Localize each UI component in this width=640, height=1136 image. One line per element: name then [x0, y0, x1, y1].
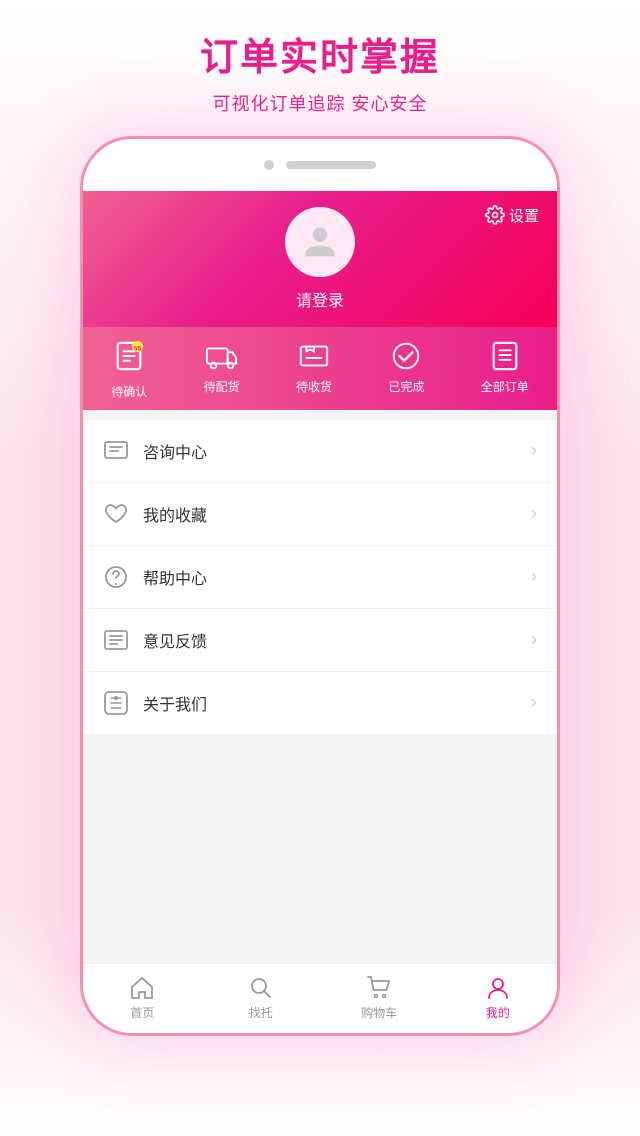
order-status-pending-ship[interactable]: 待配货 — [204, 339, 240, 400]
nav-item-home[interactable]: 首页 — [83, 975, 202, 1021]
completed-icon — [389, 339, 423, 373]
notch-bar — [286, 161, 376, 169]
settings-button[interactable]: 设置 — [485, 205, 539, 226]
favorites-chevron: › — [531, 503, 537, 524]
order-status-bar: 55 待确认 待配货 — [83, 327, 557, 410]
order-status-label-4: 全部订单 — [481, 378, 529, 395]
nav-mine-label: 我的 — [486, 1004, 510, 1021]
gear-icon — [485, 205, 505, 225]
favorites-icon — [103, 501, 129, 527]
feedback-icon — [103, 627, 129, 653]
about-chevron: › — [531, 692, 537, 713]
nav-item-find[interactable]: 找托 — [202, 975, 321, 1021]
menu-item-about[interactable]: 关于我们 › — [83, 672, 557, 735]
consult-icon — [103, 438, 129, 464]
phone-shell: 设置 请登录 — [80, 136, 560, 1036]
cart-icon — [366, 975, 392, 1001]
svg-text:55: 55 — [134, 345, 142, 352]
home-icon — [129, 975, 155, 1001]
order-status-all[interactable]: 全部订单 — [481, 339, 529, 400]
nav-item-cart[interactable]: 购物车 — [320, 975, 439, 1021]
all-orders-icon — [488, 339, 522, 373]
login-prompt[interactable]: 请登录 — [296, 287, 344, 311]
page-header: 订单实时掌握 可视化订单追踪 安心安全 — [0, 0, 640, 136]
bottom-nav: 首页 找托 购物车 — [83, 963, 557, 1033]
order-status-completed[interactable]: 已完成 — [388, 339, 424, 400]
nav-find-label: 找托 — [249, 1004, 273, 1021]
menu-item-feedback[interactable]: 意见反馈 › — [83, 609, 557, 672]
profile-header: 设置 请登录 — [83, 191, 557, 327]
avatar-wrap: 请登录 — [103, 207, 537, 327]
help-label: 帮助中心 — [143, 565, 531, 589]
menu-list: 咨询中心 › 我的收藏 › 帮助中心 — [83, 420, 557, 735]
order-status-pending-receive[interactable]: 待收货 — [296, 339, 332, 400]
settings-label: 设置 — [509, 205, 539, 226]
favorites-label: 我的收藏 — [143, 502, 531, 526]
menu-item-help[interactable]: 帮助中心 › — [83, 546, 557, 609]
order-status-label-0: 待确认 — [111, 383, 147, 400]
about-label: 关于我们 — [143, 691, 531, 715]
page-subtitle: 可视化订单追踪 安心安全 — [0, 90, 640, 116]
feedback-chevron: › — [531, 629, 537, 650]
phone-wrap: 设置 请登录 — [80, 136, 560, 1036]
about-icon — [103, 690, 129, 716]
search-icon — [248, 975, 274, 1001]
consult-label: 咨询中心 — [143, 439, 531, 463]
menu-item-consult[interactable]: 咨询中心 › — [83, 420, 557, 483]
pending-receive-icon — [297, 339, 331, 373]
page-title: 订单实时掌握 — [0, 36, 640, 82]
mine-icon — [485, 975, 511, 1001]
order-status-label-2: 待收货 — [296, 378, 332, 395]
order-status-label-3: 已完成 — [388, 378, 424, 395]
nav-item-mine[interactable]: 我的 — [439, 975, 558, 1021]
pending-confirm-icon: 55 — [112, 339, 146, 373]
nav-cart-label: 购物车 — [361, 1004, 397, 1021]
person-icon — [302, 224, 338, 260]
help-chevron: › — [531, 566, 537, 587]
feedback-label: 意见反馈 — [143, 628, 531, 652]
consult-chevron: › — [531, 440, 537, 461]
phone-screen: 设置 请登录 — [83, 191, 557, 963]
avatar[interactable] — [285, 207, 355, 277]
phone-notch — [83, 139, 557, 191]
help-icon — [103, 564, 129, 590]
nav-home-label: 首页 — [130, 1004, 154, 1021]
pending-ship-icon — [205, 339, 239, 373]
order-status-pending-confirm[interactable]: 55 待确认 — [111, 339, 147, 400]
order-status-label-1: 待配货 — [204, 378, 240, 395]
menu-item-favorites[interactable]: 我的收藏 › — [83, 483, 557, 546]
